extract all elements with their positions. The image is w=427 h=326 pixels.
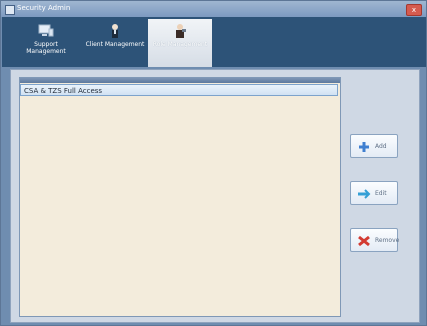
- close-button[interactable]: x: [406, 4, 422, 16]
- roles-list[interactable]: CSA & TZS Full Access: [19, 77, 341, 317]
- app-window: Security Admin x Support Management Clie…: [0, 0, 427, 326]
- user-admin-icon: [171, 23, 189, 39]
- remove-label: Remove: [375, 237, 400, 244]
- add-icon: [357, 141, 371, 153]
- person-icon: [106, 23, 124, 39]
- edit-button[interactable]: Edit: [350, 181, 398, 205]
- tab-role-management[interactable]: Role Management: [148, 19, 212, 67]
- edit-label: Edit: [375, 190, 387, 197]
- add-button[interactable]: Add: [350, 134, 398, 158]
- tab-label: Support Management: [26, 41, 66, 55]
- remove-button[interactable]: Remove: [350, 228, 400, 252]
- tab-client-management[interactable]: Client Management: [83, 19, 147, 67]
- computer-icon: [37, 23, 55, 39]
- title-bar: Security Admin x: [1, 1, 426, 17]
- window-title: Security Admin: [17, 4, 71, 12]
- remove-icon: [357, 235, 371, 247]
- edit-icon: [357, 188, 371, 200]
- role-management-panel: CSA & TZS Full Access Add Edit Remove: [10, 69, 420, 323]
- close-icon: x: [411, 6, 417, 14]
- add-label: Add: [375, 143, 387, 150]
- list-header: [20, 78, 340, 83]
- tab-label: Client Management: [85, 41, 145, 48]
- top-navigation: Support Management Client Management Rol…: [2, 17, 426, 67]
- tab-support-management[interactable]: Support Management: [14, 19, 78, 67]
- app-icon: [5, 5, 15, 15]
- list-item[interactable]: CSA & TZS Full Access: [20, 84, 338, 96]
- tab-label: Role Management: [152, 41, 208, 48]
